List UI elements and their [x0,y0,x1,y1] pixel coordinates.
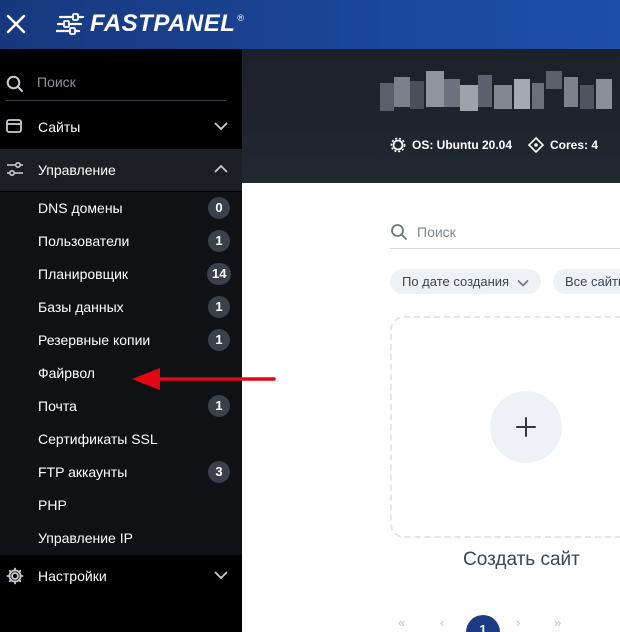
sidebar-item-databases[interactable]: Базы данных 1 [0,291,242,324]
last-page-button[interactable]: » [554,615,561,630]
nav-sites-label: Сайты [38,119,81,135]
chevron-down-icon [517,279,529,287]
count-badge: 3 [208,461,230,483]
logo-text: FASTPANEL [90,10,236,37]
main-content: По дате создания Все сайты Создать сайт … [242,183,620,632]
sidebar-item-label: Планировщик [38,266,129,282]
plus-icon [516,417,536,437]
create-site-button[interactable] [490,391,562,463]
prev-page-button[interactable]: ‹ [440,615,444,630]
all-sites-label: Все сайты [565,274,620,289]
chevron-down-icon [214,571,228,580]
red-arrow-annotation [132,368,276,390]
all-sites-filter[interactable]: Все сайты [553,269,620,294]
count-badge: 0 [208,197,230,219]
server-hero: OS: Ubuntu 20.04 Cores: 4 [242,49,620,183]
sort-by-date-label: По дате создания [402,274,510,289]
nav-settings-label: Настройки [38,568,107,584]
server-info-row: OS: Ubuntu 20.04 Cores: 4 [390,137,598,153]
sidebar-item-dns[interactable]: DNS домены 0 [0,192,242,225]
sidebar-item-users[interactable]: Пользователи 1 [0,225,242,258]
search-icon [6,75,23,92]
search-icon [391,224,407,240]
create-site-card[interactable] [390,316,620,538]
sidebar-item-mail[interactable]: Почта 1 [0,390,242,423]
site-search[interactable] [390,215,620,249]
logo-registered-mark: ® [237,13,245,23]
top-bar: FASTPANEL ® [0,0,620,49]
next-page-button[interactable]: › [516,615,520,630]
cpu-diamond-icon [528,137,545,153]
sliders-icon [7,161,23,177]
close-icon[interactable] [6,14,26,34]
sidebar-search[interactable] [6,71,226,101]
gear-icon [390,137,406,153]
create-site-label: Создать сайт [463,549,580,570]
chevron-down-icon [214,122,228,131]
sidebar-item-label: Сертификаты SSL [38,431,158,447]
nav-management-label: Управление [38,162,116,178]
sidebar-item-label: Почта [38,398,77,414]
sidebar-item-ip[interactable]: Управление IP [0,522,242,555]
sidebar-item-ssl[interactable]: Сертификаты SSL [0,423,242,456]
sidebar-item-label: Резервные копии [38,332,151,348]
sidebar-item-label: FTP аккаунты [38,464,128,480]
current-page-button[interactable]: 1 [466,615,500,632]
sidebar-item-label: Управление IP [38,530,133,546]
sidebar-item-label: Файрвол [38,365,95,381]
chevron-up-icon [214,164,228,173]
count-badge: 1 [208,329,230,351]
logo-sliders-icon [56,13,85,35]
sidebar-item-php[interactable]: PHP [0,489,242,522]
sidebar-item-scheduler[interactable]: Планировщик 14 [0,258,242,291]
sort-by-date-dropdown[interactable]: По дате создания [390,269,541,294]
sidebar-item-backups[interactable]: Резервные копии 1 [0,324,242,357]
sidebar: Сайты Управление DNS домены 0 Пользовате… [0,49,242,632]
sidebar-item-label: Пользователи [38,233,130,249]
count-badge: 1 [208,296,230,318]
gear-icon [6,567,24,585]
sidebar-item-label: DNS домены [38,200,123,216]
os-info: OS: Ubuntu 20.04 [412,138,513,152]
sidebar-item-ftp[interactable]: FTP аккаунты 3 [0,456,242,489]
site-search-input[interactable] [417,221,617,243]
nav-settings[interactable]: Настройки [0,555,242,597]
count-badge: 1 [208,395,230,417]
count-badge: 1 [208,230,230,252]
first-page-button[interactable]: « [398,615,405,630]
sidebar-search-input[interactable] [37,71,222,93]
fastpanel-logo[interactable]: FASTPANEL ® [56,10,245,37]
nav-sites[interactable]: Сайты [0,106,242,148]
browser-window-icon [6,119,22,133]
nav-management[interactable]: Управление [0,149,242,191]
sidebar-item-label: Базы данных [38,299,124,315]
cores-info: Cores: 4 [550,138,599,152]
sidebar-item-label: PHP [38,497,67,513]
count-badge: 14 [207,263,232,285]
